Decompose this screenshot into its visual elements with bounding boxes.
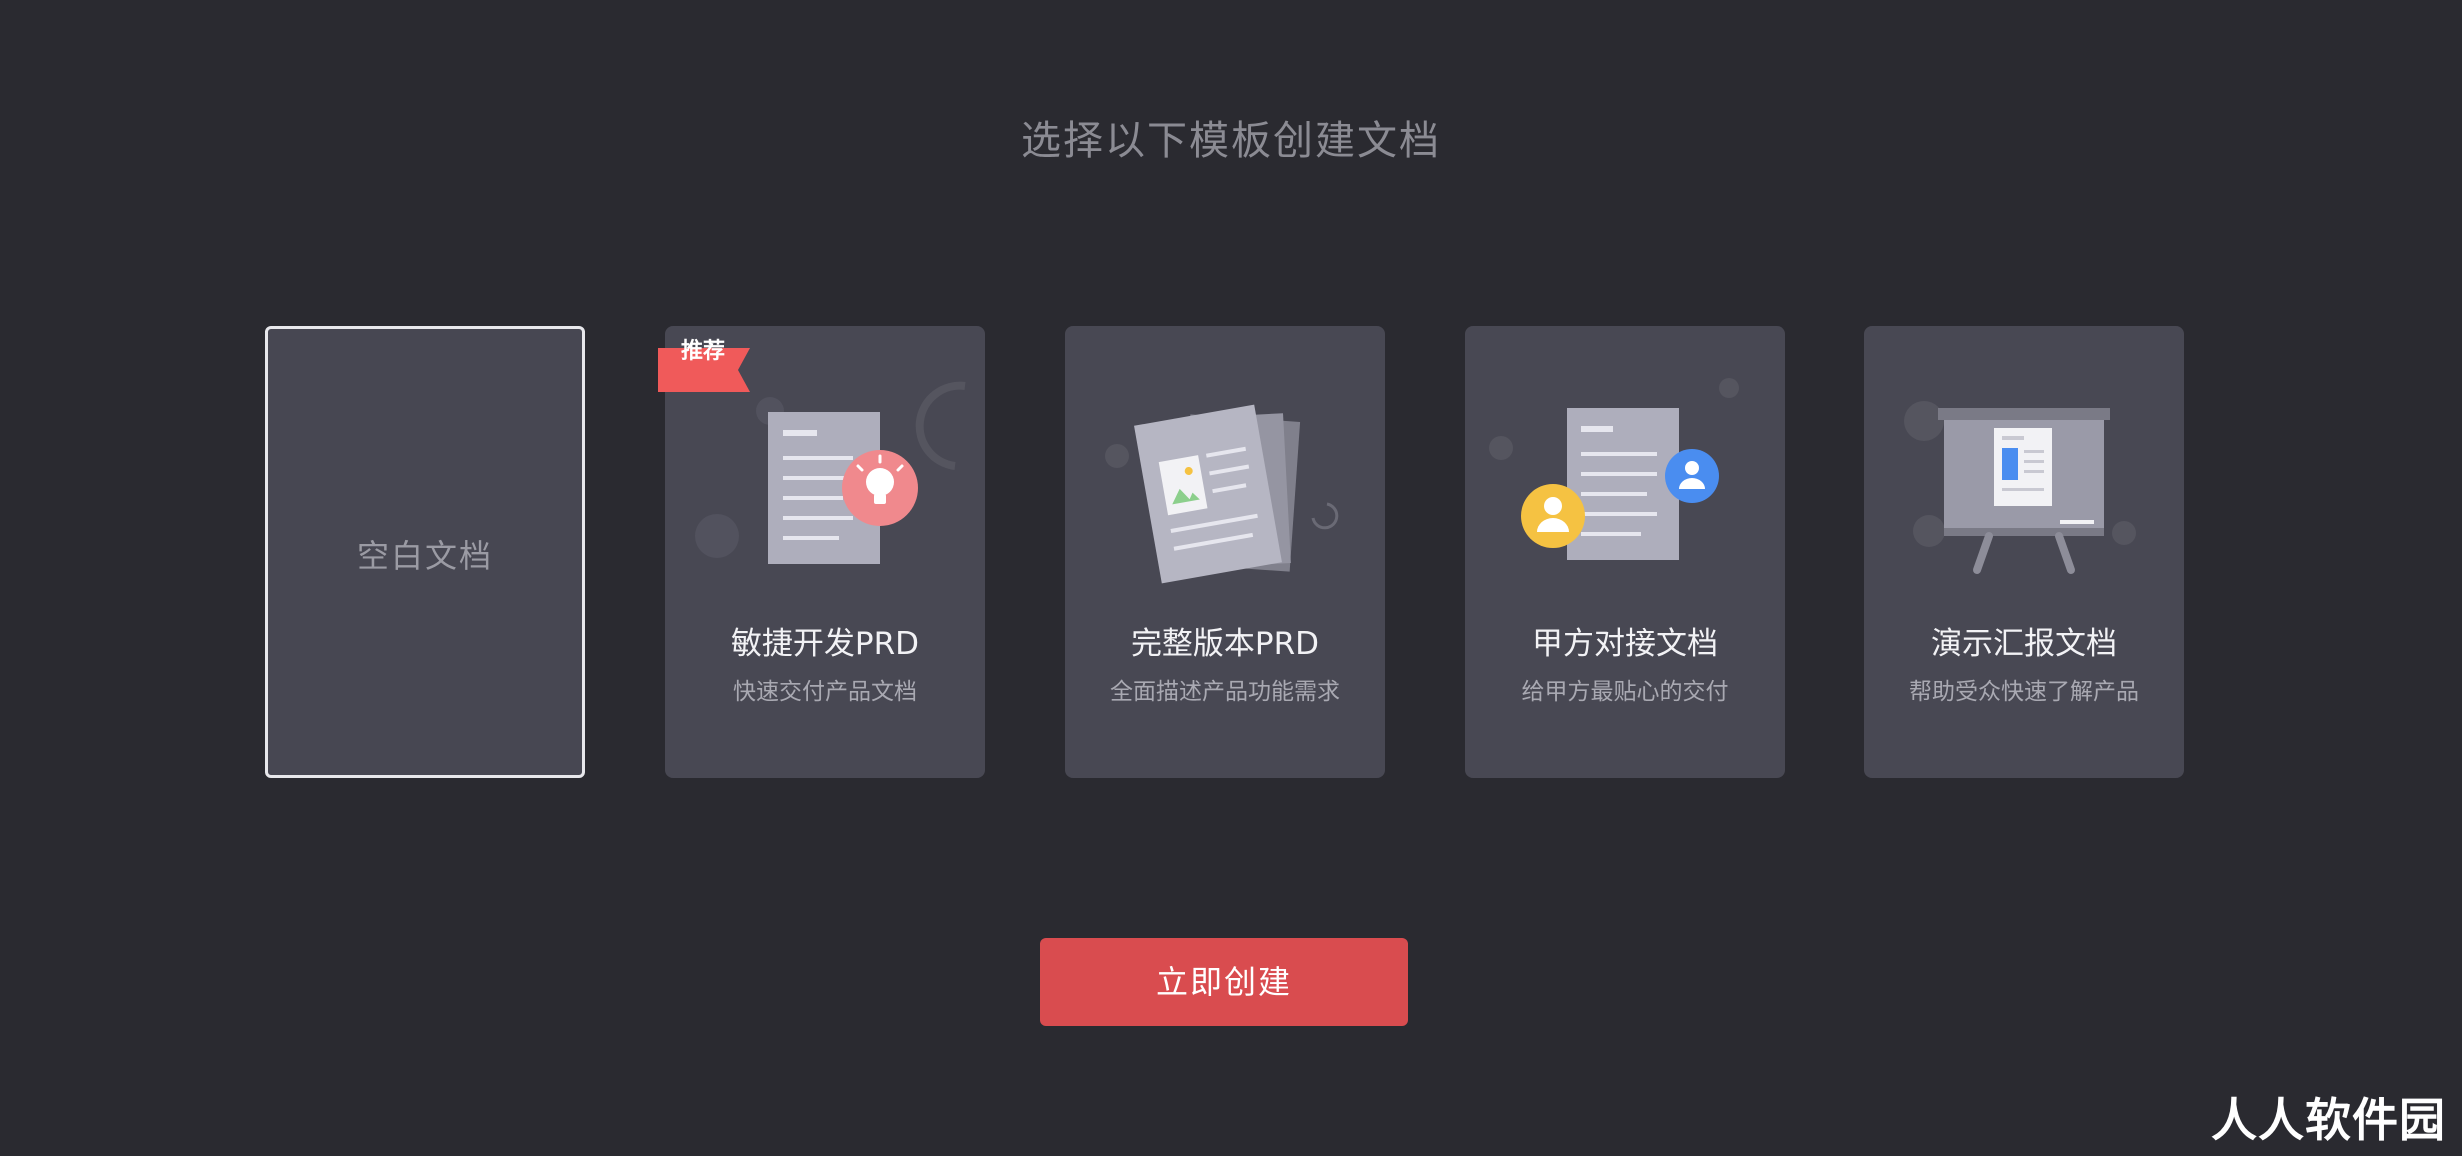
template-card-title: 演示汇报文档 (1931, 626, 2117, 662)
document-stack-image-icon (1105, 404, 1339, 584)
watermark-logo: 人人软件园 (2211, 1093, 2446, 1147)
template-card-presentation[interactable]: 演示汇报文档 帮助受众快速了解产品 (1864, 326, 2184, 778)
template-card-agile-prd[interactable]: 推荐 敏捷开发PRD 快速交付产品文档 (658, 326, 985, 778)
create-now-button[interactable]: 立即创建 (1040, 938, 1408, 1026)
template-card-description: 给甲方最贴心的交付 (1521, 679, 1729, 705)
template-card-full-prd[interactable]: 完整版本PRD 全面描述产品功能需求 (1065, 326, 1385, 778)
page-title: 选择以下模板创建文档 (1021, 118, 1441, 164)
presentation-board-icon (1904, 401, 2136, 574)
template-card-title: 完整版本PRD (1130, 626, 1320, 662)
template-card-blank[interactable]: 空白文档 (265, 326, 585, 778)
template-card-description: 全面描述产品功能需求 (1110, 679, 1340, 705)
template-card-title: 甲方对接文档 (1532, 626, 1718, 662)
template-card-client-doc[interactable]: 甲方对接文档 给甲方最贴心的交付 (1465, 326, 1785, 778)
document-users-icon (1489, 378, 1739, 560)
template-card-title: 敏捷开发PRD (730, 626, 920, 662)
template-picker-page: 选择以下模板创建文档 空白文档 推荐 敏捷开发PRD 快速交付产品文档 完整版本… (0, 0, 2462, 1156)
blank-card-label: 空白文档 (356, 537, 493, 575)
template-card-description: 快速交付产品文档 (733, 679, 917, 705)
template-card-description: 帮助受众快速了解产品 (1909, 679, 2139, 705)
recommend-badge: 推荐 (681, 339, 726, 364)
